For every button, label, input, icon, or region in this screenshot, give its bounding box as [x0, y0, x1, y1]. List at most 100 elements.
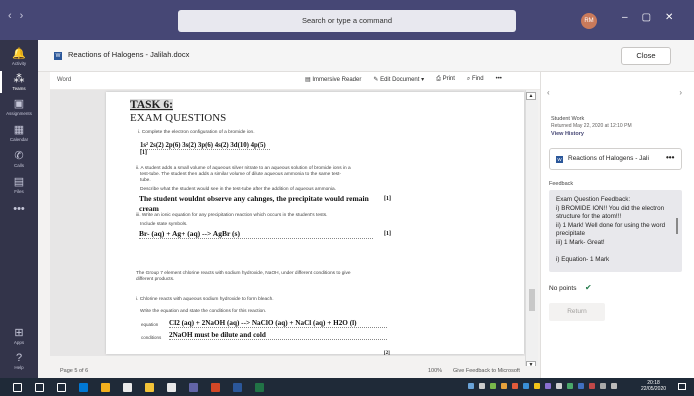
- rail-item-activity[interactable]: 🔔 Activity: [0, 48, 38, 66]
- help-icon: ?: [15, 352, 23, 364]
- taskbar-clock[interactable]: 20:18 22/05/2020: [641, 380, 666, 392]
- question-2-line-3: tube.: [140, 178, 151, 183]
- app-tray-icon[interactable]: [589, 383, 595, 389]
- word-doc-icon: W: [556, 156, 563, 163]
- conditions-label: conditions: [141, 335, 162, 340]
- assignments-icon: ▣: [13, 98, 25, 110]
- view-history-link[interactable]: View History: [551, 131, 584, 137]
- answer-3: Br- (aq) + Ag+ (aq) --> AgBr (s): [139, 229, 373, 239]
- restore-icon[interactable]: ▢: [642, 12, 665, 23]
- scroll-thumb[interactable]: [529, 289, 535, 311]
- app-tray-icon[interactable]: [501, 383, 507, 389]
- rail-item-teams[interactable]: ⁂ Teams: [0, 71, 38, 93]
- word-doc-icon: W: [54, 52, 62, 60]
- search-icon[interactable]: [28, 380, 50, 394]
- answer-2-line-1: The student wouldnt observe any cahnges,…: [139, 194, 369, 203]
- zoom-level[interactable]: 100%: [428, 368, 442, 374]
- notification-icon[interactable]: [678, 383, 686, 390]
- rail-item-files[interactable]: ▤ Files: [0, 176, 38, 194]
- phone-icon: ✆: [14, 150, 24, 162]
- scroll-up-icon[interactable]: ▲: [526, 92, 536, 100]
- answer-1: 1s² 2s(2) 2p(6) 3s(2) 3p(6) 4s(2) 3d(10)…: [140, 142, 270, 150]
- question-2-line-1: ii. A student adds a small volume of aqu…: [136, 166, 351, 171]
- explorer-icon-glyph: [144, 382, 154, 392]
- store-icon[interactable]: [116, 380, 138, 394]
- chevron-left-icon[interactable]: ‹: [547, 88, 550, 97]
- minimize-icon[interactable]: –: [622, 12, 642, 23]
- question-4-line-2: Write the equation and state the conditi…: [140, 309, 267, 314]
- network-icon[interactable]: [468, 383, 474, 389]
- sticky-notes-icon-glyph: [166, 382, 176, 392]
- store-icon-glyph: [122, 382, 132, 392]
- word-icon-glyph: [232, 382, 242, 392]
- submission-nav: ‹ ›: [547, 88, 682, 97]
- sticky-notes-icon[interactable]: [160, 380, 182, 394]
- answer-4: Cl2 (aq) + 2NaOH (aq) --> NaClO (aq) + N…: [169, 319, 387, 328]
- clock-date: 22/05/2020: [641, 386, 667, 392]
- outlook-icon[interactable]: [72, 380, 94, 394]
- app-tray-icon[interactable]: [545, 383, 551, 389]
- question-2-line-2: test-tube. The student then adds a simil…: [140, 172, 341, 177]
- check-icon: ✔: [585, 283, 592, 292]
- app-tray-icon[interactable]: [523, 383, 529, 389]
- intro-line-1: The Group 7 element chlorine reacts with…: [136, 271, 351, 276]
- wifi-icon[interactable]: [600, 383, 606, 389]
- app-tray-icon[interactable]: [567, 383, 573, 389]
- find-button[interactable]: ⌕ Find: [467, 76, 484, 83]
- rail-item-calendar[interactable]: ▦ Calendar: [0, 124, 38, 142]
- attachment-more-button[interactable]: •••: [666, 153, 674, 162]
- teams-icon-glyph: [188, 382, 198, 392]
- give-feedback-link[interactable]: Give Feedback to Microsoft: [453, 368, 520, 374]
- app-tray-icon[interactable]: [534, 383, 540, 389]
- rail-item-help[interactable]: ? Help: [0, 352, 38, 370]
- mark-2: [1]: [384, 196, 391, 202]
- task-view-icon[interactable]: [50, 380, 72, 394]
- chevron-right-icon[interactable]: ›: [679, 88, 682, 97]
- history-nav: ‹›: [8, 10, 31, 22]
- document-scrollbar[interactable]: [525, 90, 538, 366]
- equation-label: equation: [141, 322, 159, 327]
- rail-item-calls[interactable]: ✆ Calls: [0, 150, 38, 168]
- answer-5: 2NaOH must be dilute and cold: [169, 331, 387, 340]
- question-2-line-4: Describe what the student would see in t…: [140, 187, 336, 192]
- back-arrow-icon[interactable]: ‹: [8, 10, 20, 22]
- powerpoint-icon[interactable]: [204, 380, 226, 394]
- app-tray-icon[interactable]: [578, 383, 584, 389]
- explorer-icon[interactable]: [138, 380, 160, 394]
- app-rail: 🔔 Activity ⁂ Teams ▣ Assignments ▦ Calendar …: [0, 40, 38, 378]
- feedback-scrollbar[interactable]: [676, 218, 678, 234]
- rail-item-more[interactable]: •••: [0, 203, 38, 215]
- page-number: Page 5 of 6: [60, 368, 89, 374]
- exam-heading: EXAM QUESTIONS: [130, 112, 227, 124]
- app-tray-icon[interactable]: [556, 383, 562, 389]
- volume-icon[interactable]: [611, 383, 617, 389]
- edit-document-button[interactable]: ✎ Edit Document ▾: [373, 76, 424, 83]
- immersive-reader-button[interactable]: ▤ Immersive Reader: [305, 76, 361, 83]
- chrome-icon[interactable]: [94, 380, 116, 394]
- word-icon[interactable]: [226, 380, 248, 394]
- document-title: Reactions of Halogens - Jalilah.docx: [68, 50, 190, 59]
- app-tray-icon[interactable]: [512, 383, 518, 389]
- rail-item-assignments[interactable]: ▣ Assignments: [0, 98, 38, 116]
- cloud-icon[interactable]: [479, 383, 485, 389]
- app-tray-icon[interactable]: [490, 383, 496, 389]
- close-window-icon[interactable]: ✕: [665, 12, 687, 23]
- answer-2-line-2: cream: [139, 204, 159, 213]
- mark-3: [1]: [384, 231, 391, 237]
- more-options-button[interactable]: •••: [496, 76, 502, 83]
- rail-item-apps[interactable]: ⊞ Apps: [0, 327, 38, 345]
- avatar[interactable]: RM: [581, 13, 597, 29]
- powerpoint-icon-glyph: [210, 382, 220, 392]
- mark-1: [1]: [140, 150, 147, 156]
- return-button[interactable]: Return: [549, 303, 605, 321]
- excel-icon[interactable]: [248, 380, 270, 394]
- windows-start-icon[interactable]: [6, 380, 28, 394]
- window-controls: –▢✕: [622, 12, 687, 23]
- forward-arrow-icon[interactable]: ›: [20, 10, 32, 22]
- close-button[interactable]: Close: [621, 47, 671, 65]
- feedback-text: Exam Question Feedback: i) BROMIDE ION!!…: [556, 196, 666, 264]
- search-input[interactable]: Search or type a command: [178, 10, 516, 32]
- system-tray: [468, 383, 617, 389]
- teams-icon[interactable]: [182, 380, 204, 394]
- print-button[interactable]: ⎙ Print: [436, 76, 455, 83]
